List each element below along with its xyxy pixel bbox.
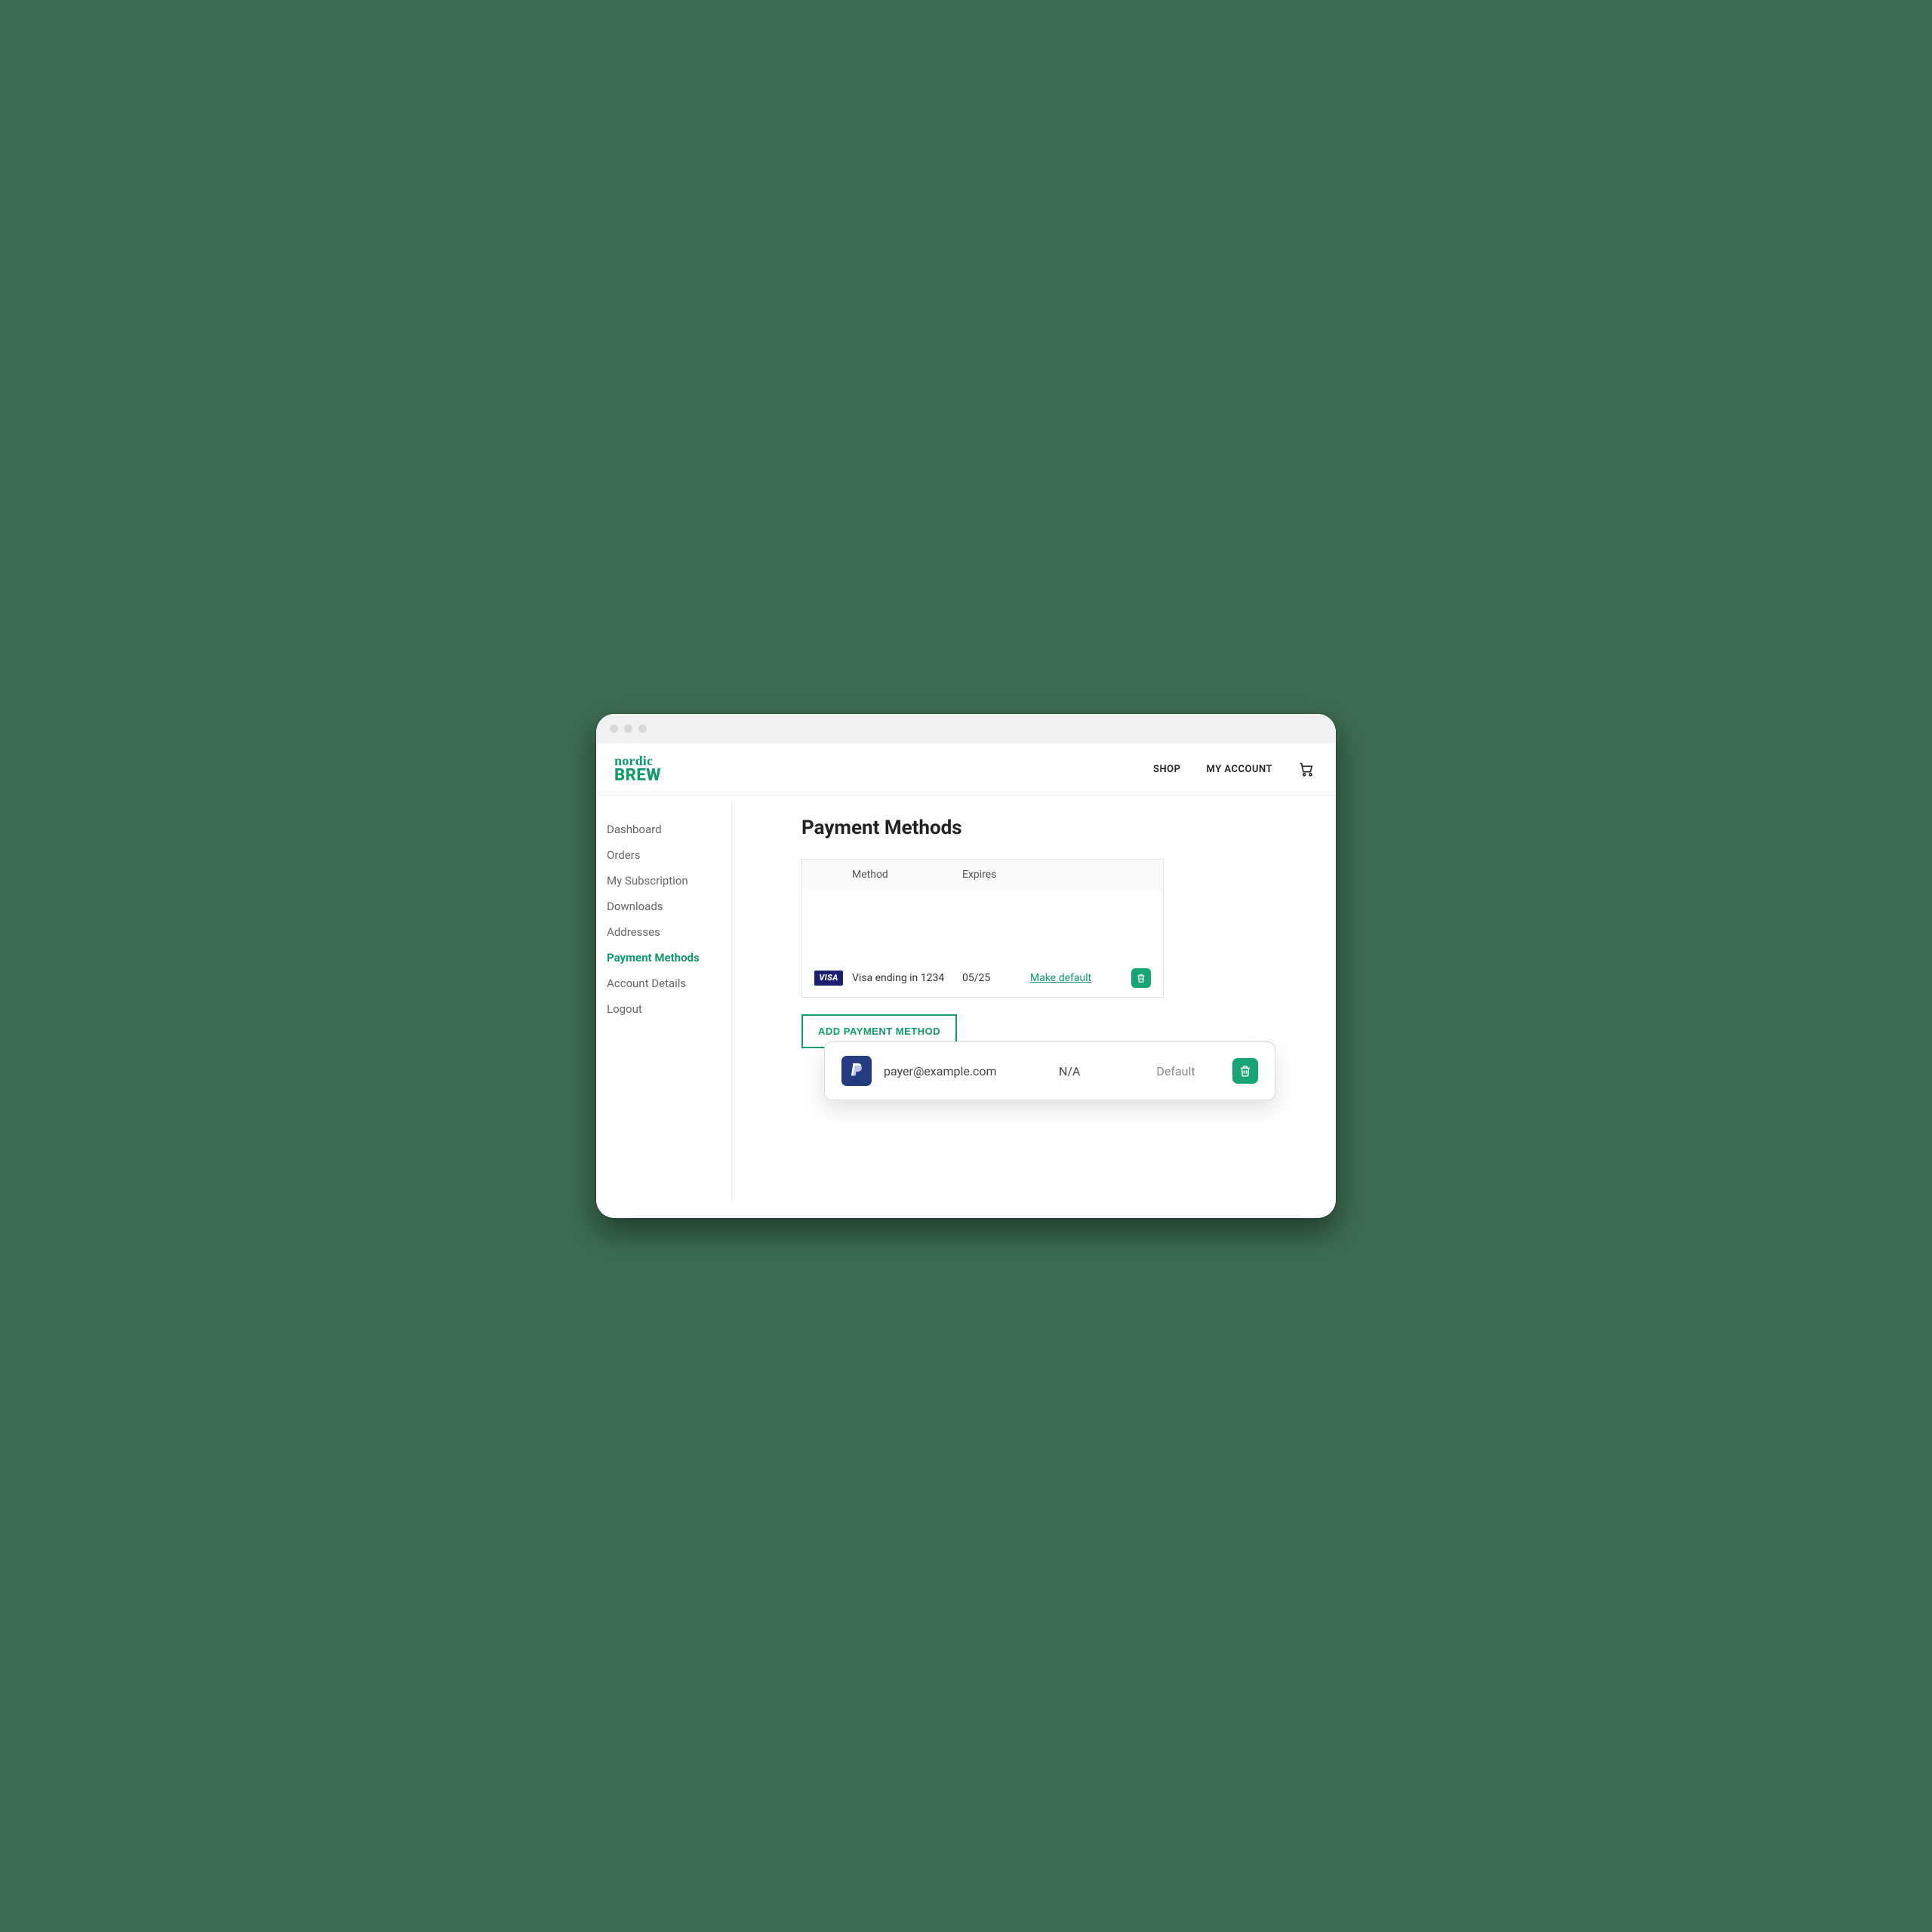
payment-methods-table: Method Expires VISA Visa ending in 1234 … [801, 859, 1164, 998]
payment-label: payer@example.com [884, 1064, 1059, 1078]
sidebar-item-downloads[interactable]: Downloads [607, 894, 724, 919]
sidebar-item-logout[interactable]: Logout [607, 996, 724, 1022]
default-badge: Default [1127, 1064, 1225, 1078]
account-sidebar: Dashboard Orders My Subscription Downloa… [596, 801, 732, 1200]
highlighted-row-placeholder [802, 890, 1163, 959]
col-expires: Expires [962, 869, 1030, 881]
payment-expires: 05/25 [962, 972, 1030, 984]
sidebar-item-dashboard[interactable]: Dashboard [607, 817, 724, 842]
make-default-link[interactable]: Make default [1030, 972, 1113, 984]
nav-shop[interactable]: SHOP [1153, 764, 1180, 775]
window-titlebar [596, 714, 1336, 743]
page-title: Payment Methods [801, 817, 1303, 839]
window-dot [624, 724, 632, 733]
sidebar-item-orders[interactable]: Orders [607, 842, 724, 868]
window-dot [610, 724, 618, 733]
payment-row-paypal-highlighted: payer@example.com N/A Default [824, 1041, 1275, 1100]
col-method: Method [852, 869, 962, 881]
delete-payment-button[interactable] [1131, 968, 1151, 988]
payment-row-visa: VISA Visa ending in 1234 05/25 Make defa… [802, 959, 1163, 997]
sidebar-item-addresses[interactable]: Addresses [607, 919, 724, 945]
delete-payment-button[interactable] [1232, 1058, 1258, 1084]
main-content: Payment Methods Method Expires VISA Visa… [732, 795, 1336, 1218]
payment-label: Visa ending in 1234 [852, 972, 962, 984]
window-dot [638, 724, 647, 733]
top-nav: nordic BREW SHOP MY ACCOUNT [596, 743, 1336, 795]
cart-icon[interactable] [1298, 761, 1315, 777]
nav-my-account[interactable]: MY ACCOUNT [1207, 764, 1273, 775]
sidebar-item-payment-methods[interactable]: Payment Methods [607, 945, 724, 971]
visa-icon: VISA [814, 971, 843, 986]
paypal-icon [841, 1056, 872, 1086]
brand-logo[interactable]: nordic BREW [614, 754, 661, 784]
sidebar-item-account-details[interactable]: Account Details [607, 971, 724, 996]
table-header: Method Expires [802, 860, 1163, 890]
payment-expires: N/A [1059, 1064, 1127, 1078]
sidebar-item-subscription[interactable]: My Subscription [607, 868, 724, 894]
brand-line2: BREW [614, 768, 661, 784]
